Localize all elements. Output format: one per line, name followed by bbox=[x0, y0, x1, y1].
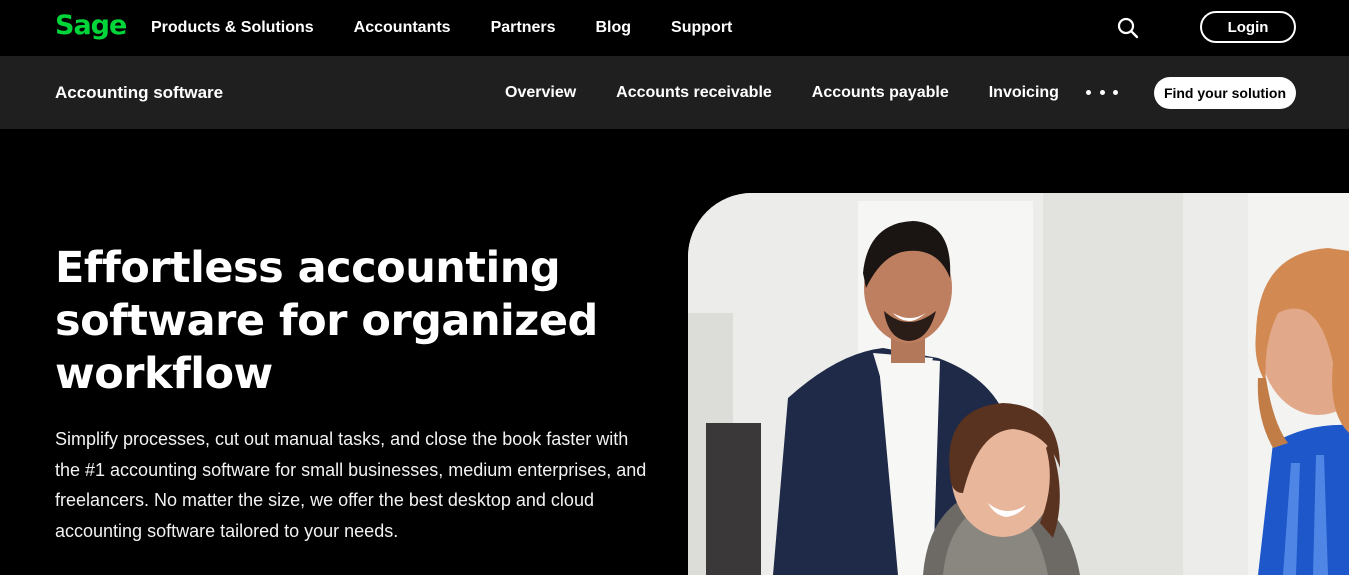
more-icon bbox=[1086, 89, 1091, 95]
more-button[interactable] bbox=[1086, 82, 1118, 102]
top-navigation: Sage Products & Solutions Accountants Pa… bbox=[0, 0, 1349, 56]
hero-description: Simplify processes, cut out manual tasks… bbox=[55, 429, 647, 541]
subnav-link-overview[interactable]: Overview bbox=[505, 84, 576, 102]
main-nav: Products & Solutions Accountants Partner… bbox=[151, 0, 772, 56]
office-team-illustration bbox=[688, 193, 1349, 575]
subnav-link-accounts-payable[interactable]: Accounts payable bbox=[812, 84, 949, 102]
nav-link-blog[interactable]: Blog bbox=[596, 19, 632, 37]
nav-link-products-solutions[interactable]: Products & Solutions bbox=[151, 19, 314, 37]
section-nav: Overview Accounts receivable Accounts pa… bbox=[505, 56, 1099, 129]
subnav-link-accounts-receivable[interactable]: Accounts receivable bbox=[616, 84, 772, 102]
login-button[interactable]: Login bbox=[1200, 11, 1296, 43]
hero-title: Effortless accounting software for organ… bbox=[55, 243, 598, 399]
sage-logo[interactable]: Sage bbox=[55, 6, 127, 46]
more-icon-dot bbox=[1099, 89, 1105, 95]
nav-link-accountants[interactable]: Accountants bbox=[354, 19, 451, 37]
search-icon bbox=[1117, 17, 1139, 39]
subnav-link-invoicing[interactable]: Invoicing bbox=[989, 84, 1059, 102]
more-icon-dot bbox=[1113, 89, 1118, 95]
nav-link-support[interactable]: Support bbox=[671, 19, 732, 37]
secondary-navigation: Accounting software Overview Accounts re… bbox=[0, 56, 1349, 129]
nav-link-partners[interactable]: Partners bbox=[491, 19, 556, 37]
hero-photo bbox=[688, 193, 1349, 575]
section-title[interactable]: Accounting software bbox=[55, 56, 223, 129]
find-your-solution-button[interactable]: Find your solution bbox=[1154, 77, 1296, 109]
search-button[interactable] bbox=[1116, 16, 1140, 40]
